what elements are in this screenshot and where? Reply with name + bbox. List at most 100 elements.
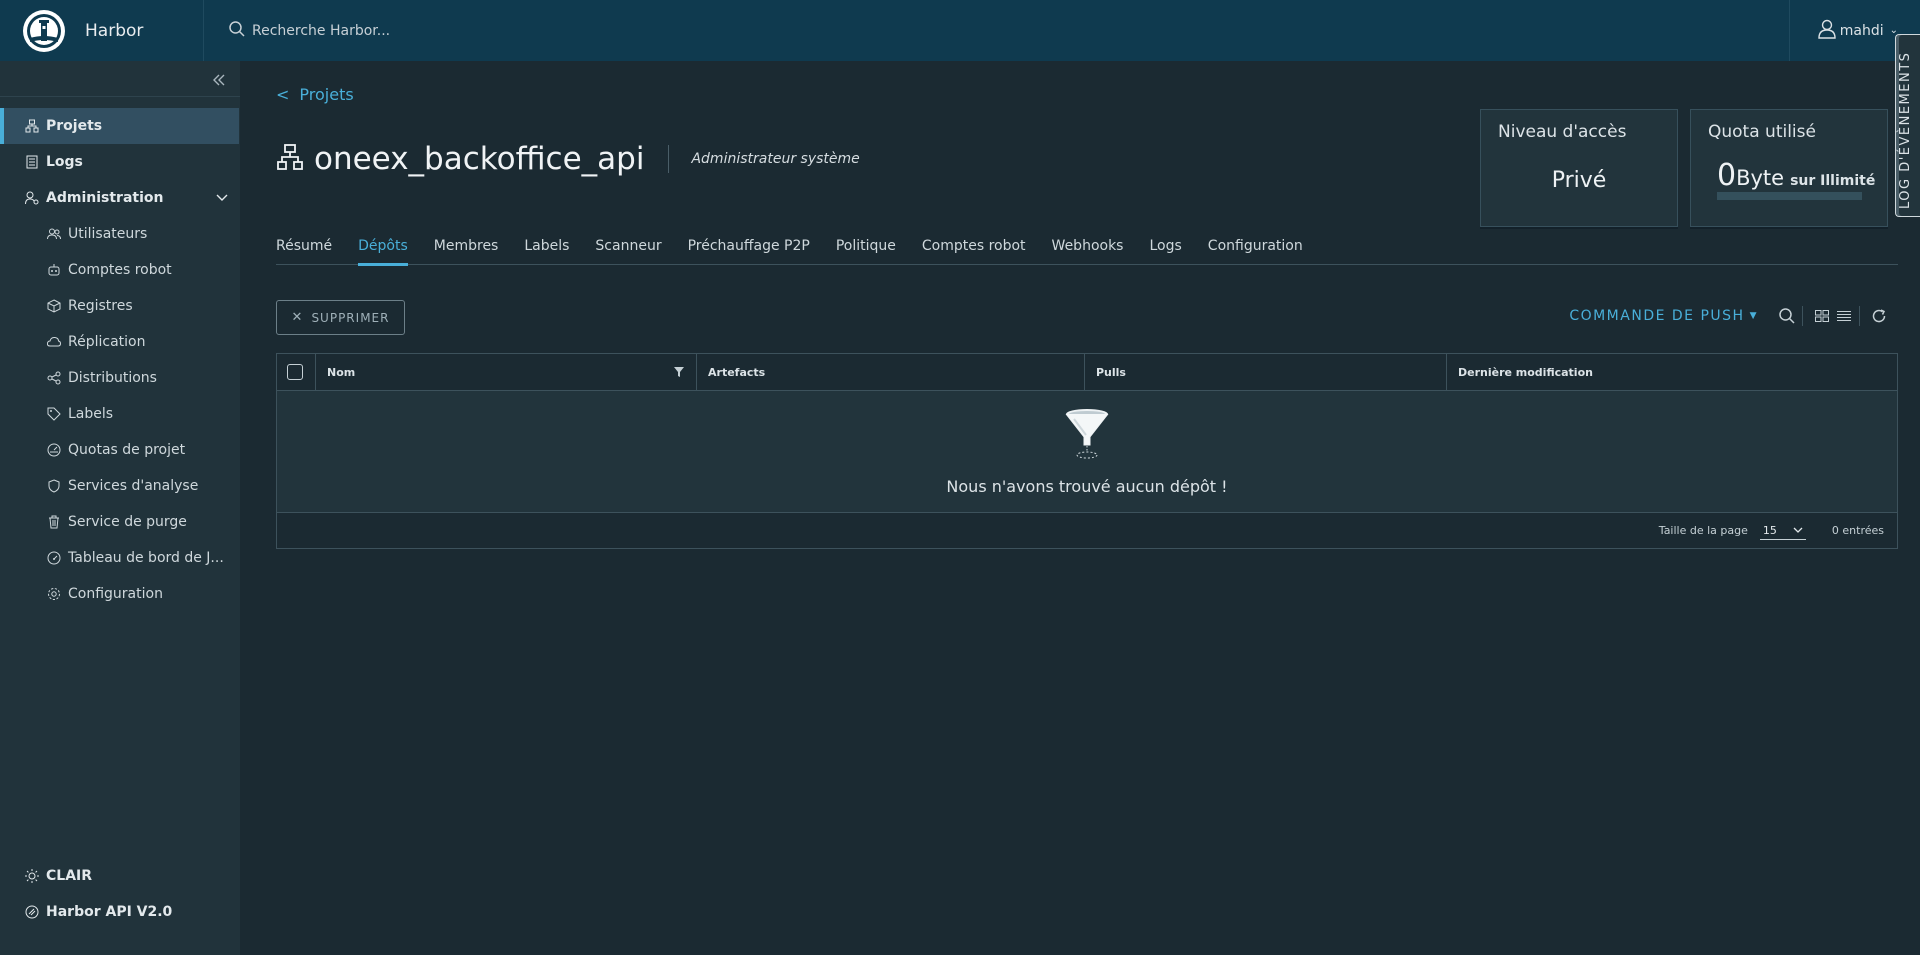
sidebar-item-label: Labels [68,406,114,422]
select-all-cell [277,353,316,391]
sidebar-item-administration[interactable]: Administration [0,180,240,216]
collapse-sidebar-button[interactable] [208,69,230,91]
sidebar-nav: Projets Logs Administration Utilisateurs… [0,108,240,612]
quota-icon [46,442,62,458]
tab-prechauffage-p2p[interactable]: Préchauffage P2P [688,231,810,265]
access-level-card: Niveau d'accès Privé [1480,109,1678,227]
tab-webhooks[interactable]: Webhooks [1052,231,1124,265]
refresh-icon[interactable] [1868,305,1890,327]
grid-header: Nom Artefacts Pulls Dernière modificatio… [277,353,1897,391]
labels-icon [46,406,62,422]
quota-title: Quota utilisé [1708,122,1816,142]
tab-membres[interactable]: Membres [434,231,499,265]
distributions-icon [46,370,62,386]
push-command-dropdown[interactable]: COMMANDE DE PUSH ▼ [1569,308,1758,324]
sidebar-item-label: Comptes robot [68,262,172,278]
select-all-checkbox[interactable] [287,364,303,380]
sidebar-item-logs[interactable]: Logs [0,144,240,180]
sidebar-item-project-quotas[interactable]: Quotas de projet [0,432,240,468]
delete-button[interactable]: ✕ SUPPRIMER [276,300,405,335]
replication-icon [46,334,62,350]
column-header-last-modified[interactable]: Dernière modification [1447,354,1897,391]
quota-progress-track [1717,192,1862,200]
quota-unit: Byte [1736,166,1785,190]
page-size-select[interactable]: 15 [1759,522,1806,540]
sidebar-item-configuration[interactable]: Configuration [0,576,240,612]
sidebar-item-users[interactable]: Utilisateurs [0,216,240,252]
column-label: Dernière modification [1458,365,1593,379]
tab-scanneur[interactable]: Scanneur [595,231,661,265]
column-header-name[interactable]: Nom [316,353,697,391]
grid-footer: Taille de la page 15 0 entrées [277,513,1897,548]
sidebar-item-label: Administration [46,190,164,206]
sidebar-item-labels[interactable]: Labels [0,396,240,432]
repo-toolbar: COMMANDE DE PUSH ▼ [1569,301,1890,331]
breadcrumb-projects-link[interactable]: Projets [299,85,353,104]
search-input[interactable] [252,22,652,39]
sidebar-item-harbor-api[interactable]: Harbor API V2.0 [0,894,240,930]
sidebar-item-distributions[interactable]: Distributions [0,360,240,396]
event-log-label: LOG D'ÉVÈNEMENTS [1898,51,1913,209]
sidebar-item-clair[interactable]: CLAIR [0,858,240,894]
brand-title: Harbor [85,20,144,41]
tab-resume[interactable]: Résumé [276,231,332,265]
event-log-toggle[interactable]: LOG D'ÉVÈNEMENTS [1895,34,1920,217]
sidebar-item-label: Configuration [68,586,163,602]
double-chevron-left-icon [213,74,225,86]
sidebar-item-job-dashboard[interactable]: Tableau de bord de J... [0,540,240,576]
close-icon: ✕ [291,310,304,325]
repositories-datagrid: Nom Artefacts Pulls Dernière modificatio… [276,353,1898,549]
sidebar-item-label: Tableau de bord de J... [68,550,224,566]
sidebar-item-registries[interactable]: Registres [0,288,240,324]
global-search[interactable] [228,0,1789,61]
users-icon [46,226,62,242]
sidebar-item-replication[interactable]: Réplication [0,324,240,360]
search-icon[interactable] [1776,305,1798,327]
column-label: Artefacts [708,365,766,379]
quota-limit: sur Illimité [1790,173,1876,189]
sidebar-item-scanners[interactable]: Services d'analyse [0,468,240,504]
column-header-artifacts[interactable]: Artefacts [697,353,1085,391]
access-level-value: Privé [1551,168,1607,193]
quota-value: 0 Byte sur Illimité [1717,158,1875,193]
user-icon [1818,19,1836,43]
project-header: oneex_backoffice_api Administrateur syst… [276,141,860,177]
page-size-label: Taille de la page [1658,524,1748,537]
entries-count: 0 entrées [1831,524,1884,537]
sidebar-item-label: Projets [46,118,103,134]
tab-politique[interactable]: Politique [836,231,896,265]
card-view-icon[interactable] [1811,305,1833,327]
chevron-down-icon: ▼ [1749,311,1758,321]
page-size-value: 15 [1762,523,1777,537]
sidebar-item-label: Service de purge [68,514,187,530]
main-content: < Projets oneex_backoffice_api Administra… [240,61,1920,955]
tab-logs[interactable]: Logs [1149,231,1181,265]
delete-button-label: SUPPRIMER [311,310,390,325]
administration-icon [24,190,40,206]
chevron-down-icon [1793,524,1803,537]
sidebar-item-label: CLAIR [46,868,93,884]
sidebar-item-label: Quotas de projet [68,442,186,458]
column-header-pulls[interactable]: Pulls [1085,353,1447,391]
logs-icon [24,154,40,170]
quota-amount: 0 [1717,158,1737,193]
tab-comptes-robot[interactable]: Comptes robot [922,231,1026,265]
brand[interactable]: Harbor [0,0,204,61]
sidebar-item-label: Registres [68,298,133,314]
tab-depots[interactable]: Dépôts [358,231,408,266]
robot-icon [46,262,62,278]
tab-labels[interactable]: Labels [524,231,569,265]
sidebar-item-robot-accounts[interactable]: Comptes robot [0,252,240,288]
sidebar-item-purge[interactable]: Service de purge [0,504,240,540]
grid-empty-state: Nous n'avons trouvé aucun dépôt ! [277,391,1897,513]
tab-configuration[interactable]: Configuration [1208,231,1303,265]
access-level-title: Niveau d'accès [1498,122,1627,142]
sidebar-item-label: Distributions [68,370,157,386]
breadcrumb[interactable]: < Projets [276,85,354,104]
quota-card: Quota utilisé 0 Byte sur Illimité [1690,109,1888,227]
column-label: Nom [327,365,356,379]
shield-icon [46,478,62,494]
filter-icon[interactable] [674,366,684,380]
sidebar-item-projects[interactable]: Projets [0,108,239,144]
list-view-icon[interactable] [1833,305,1855,327]
